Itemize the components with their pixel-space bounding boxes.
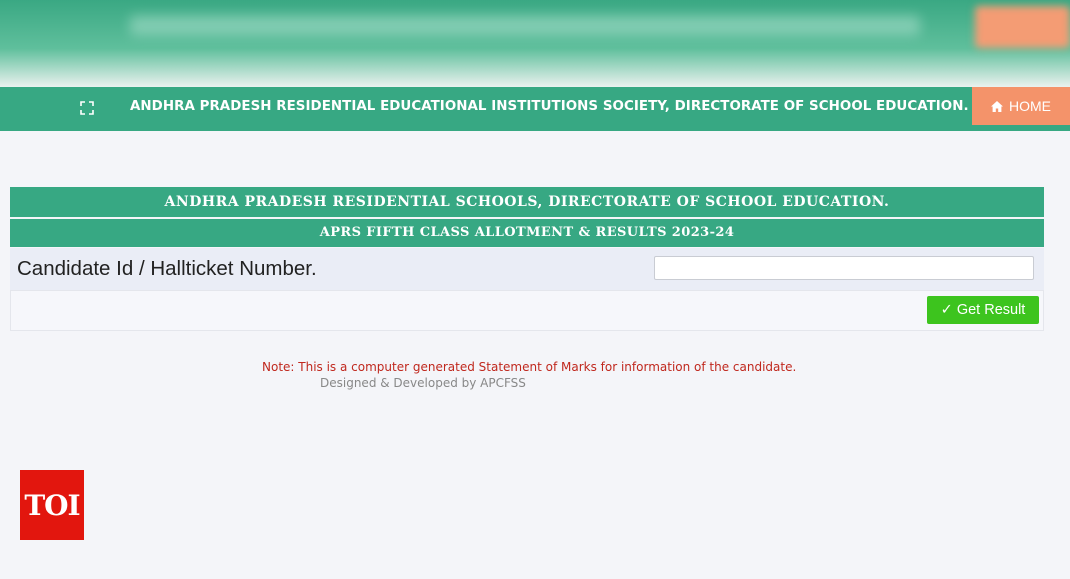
home-label: HOME [1009,98,1051,114]
blurred-banner-text [130,16,920,36]
home-icon [991,100,1003,112]
panel-subheading: APRS FIFTH CLASS ALLOTMENT & RESULTS 202… [10,219,1044,247]
site-title: ANDHRA PRADESH RESIDENTIAL EDUCATIONAL I… [130,99,969,114]
action-row: ✓ Get Result [10,290,1044,331]
developer-credit: Designed & Developed by APCFSS [320,376,526,390]
panel-heading: ANDHRA PRADESH RESIDENTIAL SCHOOLS, DIRE… [10,187,1044,217]
top-navbar: ANDHRA PRADESH RESIDENTIAL EDUCATIONAL I… [0,87,1070,131]
candidate-row: Candidate Id / Hallticket Number. [10,248,1044,290]
candidate-id-input[interactable] [654,256,1034,280]
candidate-label: Candidate Id / Hallticket Number. [17,257,317,280]
result-panel: ANDHRA PRADESH RESIDENTIAL SCHOOLS, DIRE… [10,187,1044,331]
home-button[interactable]: HOME [972,87,1070,125]
disclaimer-note: Note: This is a computer generated State… [262,360,797,374]
expand-icon[interactable] [80,100,94,115]
get-result-button[interactable]: ✓ Get Result [927,296,1039,324]
toi-logo: TOI [20,470,84,540]
blurred-top-banner [0,0,1070,88]
blurred-banner-button [975,6,1070,48]
